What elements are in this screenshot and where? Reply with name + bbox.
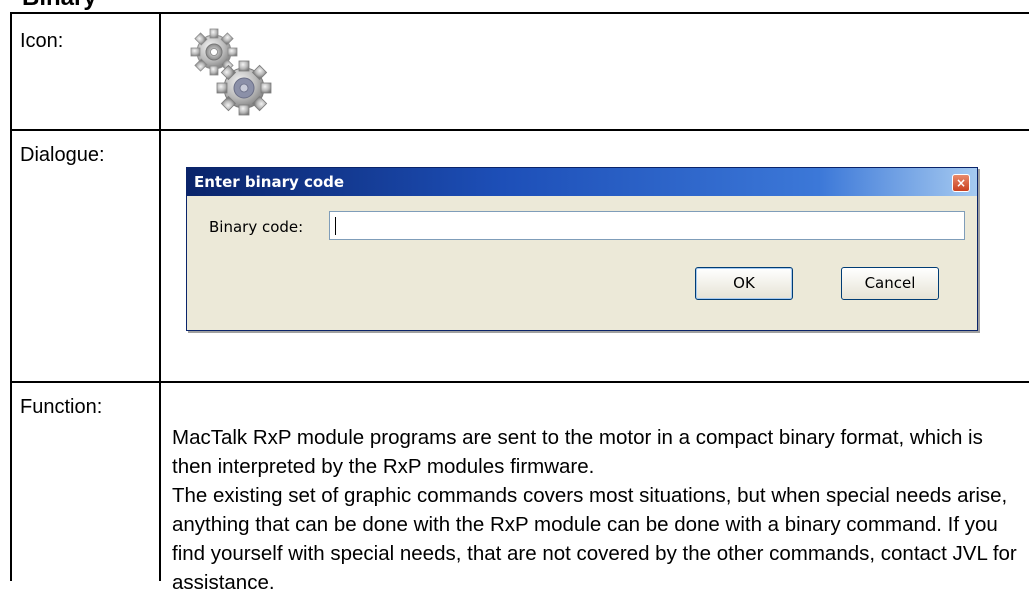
text-caret: [335, 217, 336, 235]
gears-icon: [190, 28, 272, 116]
binary-code-label: Binary code:: [209, 218, 304, 236]
table-top-border: [10, 12, 1029, 14]
function-row-label: Function:: [20, 396, 103, 418]
row-divider: [10, 129, 1029, 131]
ok-button[interactable]: OK: [695, 267, 793, 300]
close-icon[interactable]: ×: [952, 174, 970, 192]
enter-binary-code-dialog: Enter binary code × Binary code: OK Canc…: [186, 167, 978, 331]
dialog-titlebar[interactable]: Enter binary code ×: [187, 168, 977, 196]
column-divider: [159, 12, 161, 581]
cancel-button[interactable]: Cancel: [841, 267, 939, 300]
dialogue-row-label: Dialogue:: [20, 144, 105, 166]
function-paragraph-2: The existing set of graphic commands cov…: [172, 484, 1017, 594]
table-left-border: [10, 12, 12, 581]
icon-row-label: Icon:: [20, 30, 64, 52]
row-divider: [10, 381, 1029, 383]
binary-code-input[interactable]: [329, 211, 965, 240]
function-description: MacTalk RxP module programs are sent to …: [172, 423, 1022, 597]
dialog-title: Enter binary code: [194, 173, 345, 191]
function-paragraph-1: MacTalk RxP module programs are sent to …: [172, 426, 983, 478]
